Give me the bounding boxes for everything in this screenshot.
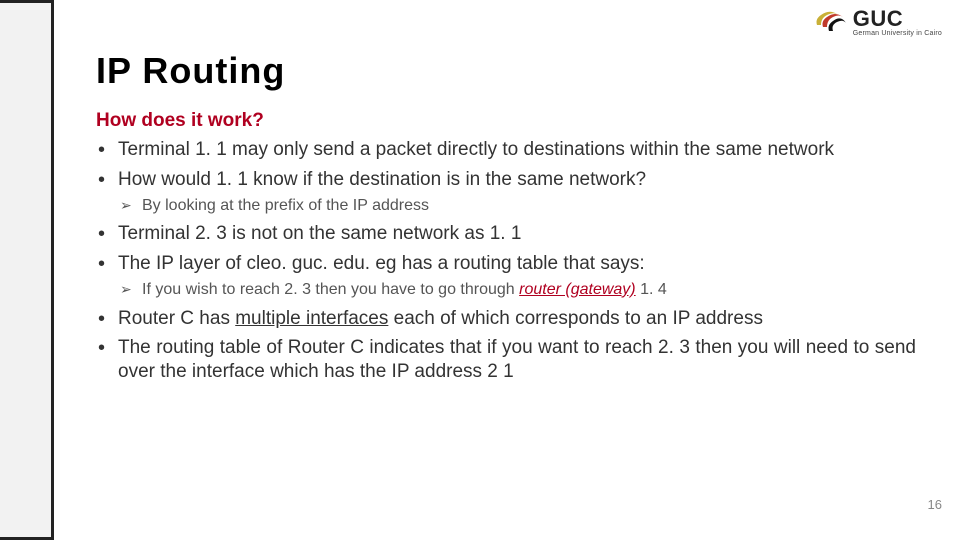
bullet-item: The routing table of Router C indicates … [96,336,916,384]
bullet-item: Router C has multiple interfaces each of… [96,307,916,331]
bullet-item: The IP layer of cleo. guc. edu. eg has a… [96,252,916,301]
bullet-item: Terminal 2. 3 is not on the same network… [96,222,916,246]
router-gateway-emph: router (gateway) [519,281,636,298]
guc-logo-icon [813,9,847,37]
slide-content: IP Routing How does it work? Terminal 1.… [96,50,916,390]
logo-text-sub: German University in Cairo [853,30,942,37]
sub-bullet-item: If you wish to reach 2. 3 then you have … [118,280,916,301]
sub-bullet-list: If you wish to reach 2. 3 then you have … [118,280,916,301]
bullet-list: Terminal 1. 1 may only send a packet dir… [96,138,916,384]
bullet-item: Terminal 1. 1 may only send a packet dir… [96,138,916,162]
slide-sidebar [0,0,54,540]
page-number: 16 [928,497,942,512]
slide-title: IP Routing [96,50,916,92]
sub-bullet-item: By looking at the prefix of the IP addre… [118,196,916,217]
sub-bullet-list: By looking at the prefix of the IP addre… [118,196,916,217]
logo-text-main: GUC [853,8,942,30]
logo-block: GUC German University in Cairo [813,8,942,37]
slide-subtitle: How does it work? [96,110,916,132]
logo-text: GUC German University in Cairo [853,8,942,37]
sidebar-vertical-rule [51,3,54,537]
bullet-item: How would 1. 1 know if the destination i… [96,168,916,217]
